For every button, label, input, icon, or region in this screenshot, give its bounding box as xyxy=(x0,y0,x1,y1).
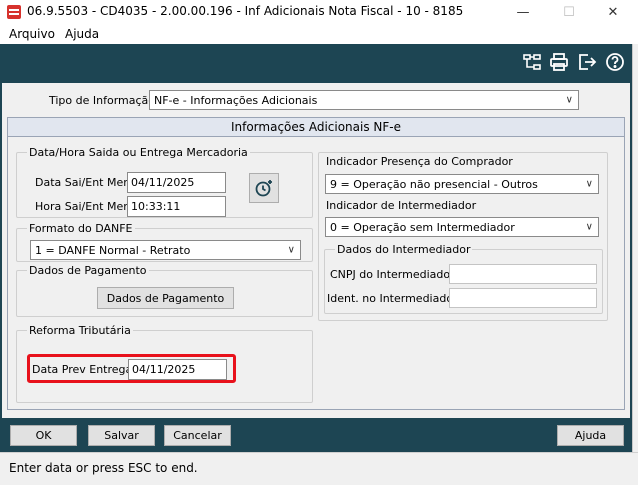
tipo-label: Tipo de Informação: xyxy=(49,94,159,107)
danfe-select-value: 1 = DANFE Normal - Retrato xyxy=(35,243,191,257)
window-title: 06.9.5503 - CD4035 - 2.00.00.196 - Inf A… xyxy=(27,4,464,18)
exit-icon[interactable] xyxy=(577,52,597,72)
hora-label: Hora Sai/Ent Merc: xyxy=(35,200,138,213)
cnpj-input[interactable] xyxy=(449,264,597,284)
danfe-select[interactable]: 1 = DANFE Normal - Retrato ∨ xyxy=(30,240,301,260)
ok-button[interactable]: OK xyxy=(10,425,77,446)
tipo-select-value: NF-e - Informações Adicionais xyxy=(154,93,318,107)
help-icon[interactable] xyxy=(605,52,625,72)
dados-intermediador-title: Dados do Intermediador xyxy=(335,243,473,256)
tree-structure-icon[interactable] xyxy=(522,52,542,72)
maximize-button[interactable]: ☐ xyxy=(546,0,592,24)
salvar-button[interactable]: Salvar xyxy=(88,425,155,446)
minimize-button[interactable]: — xyxy=(500,0,546,24)
tipo-select[interactable]: NF-e - Informações Adicionais ∨ xyxy=(149,90,579,110)
ajuda-button[interactable]: Ajuda xyxy=(557,425,624,446)
app-icon xyxy=(7,5,21,19)
intermediador-label: Indicador de Intermediador xyxy=(326,199,477,212)
danfe-group-title: Formato do DANFE xyxy=(27,222,135,235)
cnpj-label: CNPJ do Intermediador: xyxy=(330,268,459,281)
clock-plus-icon xyxy=(255,180,272,197)
hora-input[interactable]: 10:33:11 xyxy=(127,196,226,217)
chevron-down-icon: ∨ xyxy=(585,221,593,233)
chevron-down-icon: ∨ xyxy=(585,178,593,190)
data-prev-entrega-label: Data Prev Entrega: xyxy=(32,363,136,376)
menu-arquivo[interactable]: Arquivo xyxy=(9,27,55,41)
intermediador-select[interactable]: 0 = Operação sem Intermediador ∨ xyxy=(325,217,599,237)
presenca-select-value: 9 = Operação não presencial - Outros xyxy=(330,177,538,191)
presenca-select[interactable]: 9 = Operação não presencial - Outros ∨ xyxy=(325,174,599,194)
right-edge xyxy=(632,44,638,464)
reforma-group-title: Reforma Tributária xyxy=(27,324,133,337)
chevron-down-icon: ∨ xyxy=(565,94,573,106)
status-text: Enter data or press ESC to end. xyxy=(9,461,198,475)
clock-button[interactable] xyxy=(249,173,279,203)
print-icon[interactable] xyxy=(549,52,569,72)
dados-pagamento-button[interactable]: Dados de Pagamento xyxy=(97,287,234,309)
presenca-label: Indicador Presença do Comprador xyxy=(326,155,513,168)
pagamento-group-title: Dados de Pagamento xyxy=(27,264,149,277)
chevron-down-icon: ∨ xyxy=(287,244,295,256)
section-title: Informações Adicionais NF-e xyxy=(7,117,625,137)
datahora-group-title: Data/Hora Saida ou Entrega Mercadoria xyxy=(27,146,250,159)
intermediador-select-value: 0 = Operação sem Intermediador xyxy=(330,220,515,234)
data-prev-entrega-input[interactable]: 04/11/2025 xyxy=(128,359,227,380)
data-label: Data Sai/Ent Merc: xyxy=(35,176,138,189)
data-input[interactable]: 04/11/2025 xyxy=(127,172,226,193)
ident-input[interactable] xyxy=(449,288,597,308)
ident-label: Ident. no Intermediador: xyxy=(327,292,462,305)
cancelar-button[interactable]: Cancelar xyxy=(164,425,231,446)
close-button[interactable]: ✕ xyxy=(590,0,636,24)
menu-ajuda[interactable]: Ajuda xyxy=(65,27,99,41)
